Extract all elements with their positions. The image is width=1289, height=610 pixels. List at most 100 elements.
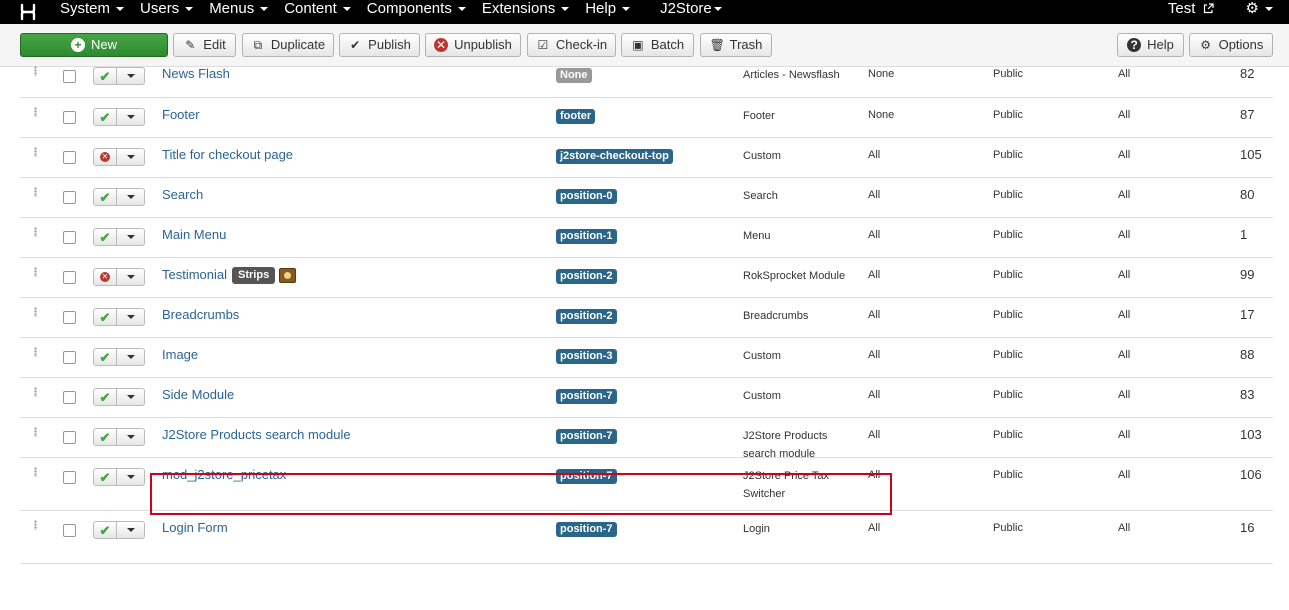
new-button[interactable]: + New	[20, 33, 168, 57]
position-badge[interactable]: position-7	[556, 522, 617, 537]
module-title-link[interactable]: Search	[162, 187, 203, 202]
options-button[interactable]: ⚙ Options	[1189, 33, 1273, 57]
position-badge[interactable]: position-7	[556, 389, 617, 404]
user-menu[interactable]: Test	[1168, 0, 1214, 24]
row-checkbox[interactable]	[63, 311, 76, 324]
module-title-link[interactable]: Image	[162, 347, 198, 362]
trash-icon: 🗑	[709, 38, 725, 52]
actions-dropdown-button[interactable]	[117, 521, 145, 539]
module-title-link[interactable]: Footer	[162, 107, 200, 122]
menu-extensions[interactable]: Extensions	[482, 0, 570, 24]
publish-toggle-button[interactable]: ✔	[93, 521, 117, 539]
position-badge[interactable]: None	[556, 68, 592, 83]
checkin-button[interactable]: ☑ Check-in	[527, 33, 616, 57]
position-badge[interactable]: j2store-checkout-top	[556, 149, 673, 164]
actions-dropdown-button[interactable]	[117, 348, 145, 366]
edit-button[interactable]: ✎ Edit	[173, 33, 236, 57]
row-checkbox[interactable]	[63, 471, 76, 484]
module-language: All	[1118, 309, 1131, 321]
drag-handle-icon[interactable]	[34, 347, 37, 357]
published-check-icon: ✔	[99, 229, 111, 245]
module-title-link[interactable]: News Flash	[162, 66, 230, 81]
top-navbar: System Users Menus Content Components Ex…	[0, 0, 1289, 24]
row-checkbox[interactable]	[63, 111, 76, 124]
publish-toggle-button[interactable]: ✔	[93, 188, 117, 206]
menu-content-label: Content	[284, 0, 337, 17]
actions-dropdown-button[interactable]	[117, 388, 145, 406]
batch-button[interactable]: ▣ Batch	[621, 33, 694, 57]
publish-button[interactable]: ✔ Publish	[339, 33, 420, 57]
actions-dropdown-button[interactable]	[117, 308, 145, 326]
chevron-down-icon	[126, 355, 135, 359]
publish-toggle-button[interactable]: ✕	[93, 148, 117, 166]
trash-button[interactable]: 🗑 Trash	[700, 33, 772, 57]
drag-handle-icon[interactable]	[34, 107, 37, 117]
publish-toggle-button[interactable]: ✔	[93, 468, 117, 486]
help-button[interactable]: ? Help	[1117, 33, 1184, 57]
position-badge[interactable]: position-1	[556, 229, 617, 244]
actions-dropdown-button[interactable]	[117, 468, 145, 486]
drag-handle-icon[interactable]	[34, 520, 37, 530]
actions-dropdown-button[interactable]	[117, 108, 145, 126]
menu-system[interactable]: System	[60, 0, 125, 24]
actions-dropdown-button[interactable]	[117, 148, 145, 166]
actions-dropdown-button[interactable]	[117, 67, 145, 85]
actions-dropdown-button[interactable]	[117, 188, 145, 206]
drag-handle-icon[interactable]	[34, 387, 37, 397]
module-title-link[interactable]: J2Store Products search module	[162, 427, 351, 442]
row-checkbox[interactable]	[63, 431, 76, 444]
publish-toggle-button[interactable]: ✔	[93, 388, 117, 406]
actions-dropdown-button[interactable]	[117, 428, 145, 446]
menu-components[interactable]: Components	[367, 0, 466, 24]
drag-handle-icon[interactable]	[34, 267, 37, 277]
module-title-link[interactable]: Testimonial Strips	[162, 267, 297, 285]
module-title-link[interactable]: Title for checkout page	[162, 147, 293, 162]
module-title-link[interactable]: Side Module	[162, 387, 234, 402]
actions-dropdown-button[interactable]	[117, 228, 145, 246]
chevron-down-icon	[622, 7, 631, 12]
position-badge[interactable]: position-3	[556, 349, 617, 364]
actions-dropdown-button[interactable]	[117, 268, 145, 286]
menu-content[interactable]: Content	[284, 0, 351, 24]
publish-toggle-button[interactable]: ✕	[93, 268, 117, 286]
publish-toggle-button[interactable]: ✔	[93, 348, 117, 366]
drag-handle-icon[interactable]	[34, 66, 37, 76]
drag-handle-icon[interactable]	[34, 147, 37, 157]
drag-handle-icon[interactable]	[34, 227, 37, 237]
duplicate-button[interactable]: ⧉ Duplicate	[242, 33, 334, 57]
position-badge[interactable]: position-7	[556, 429, 617, 444]
row-checkbox[interactable]	[63, 70, 76, 83]
position-badge[interactable]: position-2	[556, 269, 617, 284]
publish-toggle-button[interactable]: ✔	[93, 228, 117, 246]
publish-toggle-button[interactable]: ✔	[93, 308, 117, 326]
row-checkbox[interactable]	[63, 271, 76, 284]
drag-handle-icon[interactable]	[34, 307, 37, 317]
module-title-link[interactable]: Main Menu	[162, 227, 226, 242]
unpublish-button[interactable]: ✕ Unpublish	[425, 33, 521, 57]
drag-handle-icon[interactable]	[34, 467, 37, 477]
module-title: Search	[162, 187, 204, 202]
menu-menus[interactable]: Menus	[209, 0, 269, 24]
joomla-logo-icon[interactable]	[14, 0, 42, 24]
row-checkbox[interactable]	[63, 391, 76, 404]
module-title-link[interactable]: Breadcrumbs	[162, 307, 239, 322]
publish-toggle-button[interactable]: ✔	[93, 428, 117, 446]
row-checkbox[interactable]	[63, 524, 76, 537]
menu-j2store[interactable]: J2Store	[660, 0, 722, 24]
position-badge[interactable]: footer	[556, 109, 596, 124]
publish-toggle-button[interactable]: ✔	[93, 67, 117, 85]
drag-handle-icon[interactable]	[34, 427, 37, 437]
publish-toggle-button[interactable]: ✔	[93, 108, 117, 126]
drag-handle-icon[interactable]	[34, 187, 37, 197]
module-title: Title for checkout page	[162, 147, 294, 162]
settings-menu[interactable]: ⚙	[1246, 0, 1273, 24]
position-badge[interactable]: position-0	[556, 189, 617, 204]
module-title-link[interactable]: Login Form	[162, 520, 228, 535]
position-badge[interactable]: position-2	[556, 309, 617, 324]
menu-help[interactable]: Help	[585, 0, 631, 24]
row-checkbox[interactable]	[63, 191, 76, 204]
row-checkbox[interactable]	[63, 231, 76, 244]
row-checkbox[interactable]	[63, 151, 76, 164]
row-checkbox[interactable]	[63, 351, 76, 364]
menu-users[interactable]: Users	[140, 0, 194, 24]
